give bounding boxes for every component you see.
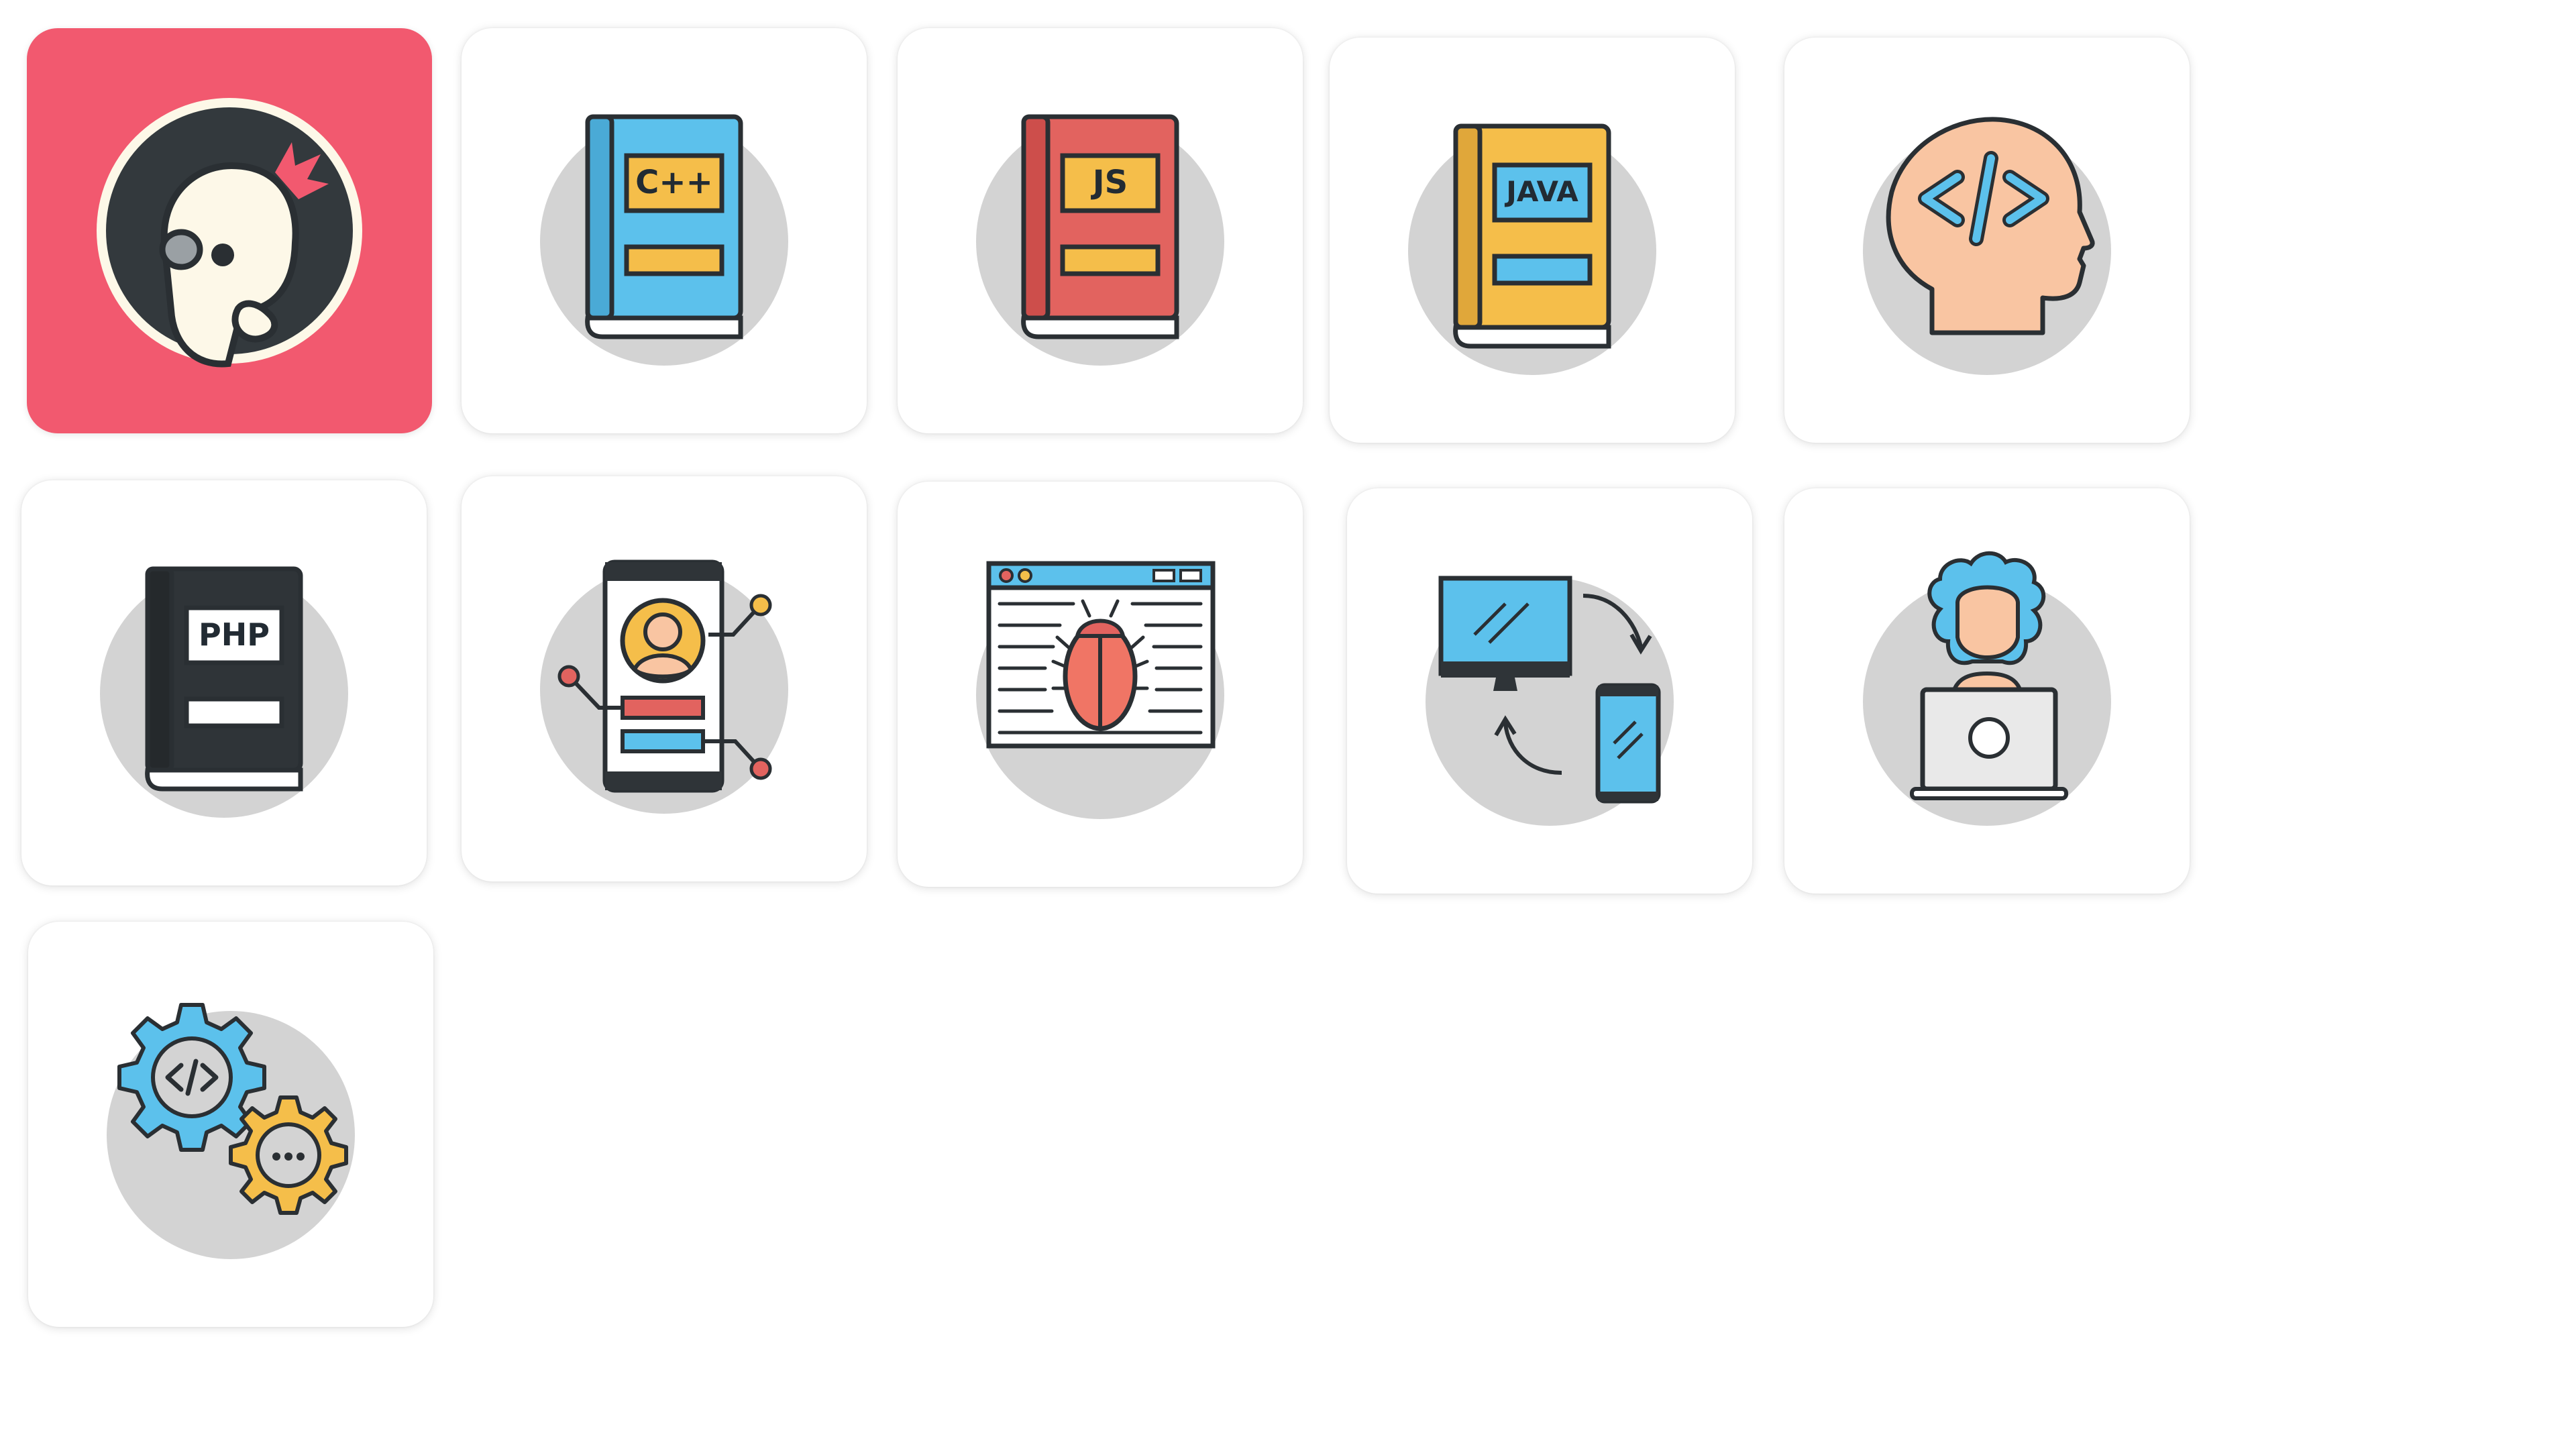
php-book-tile[interactable]: PHP (21, 480, 427, 885)
mobile-profile-icon (540, 559, 788, 814)
cpp-book-icon: C++ (540, 114, 788, 366)
java-book-icon: JAVA (1408, 123, 1656, 375)
developer-laptop-tile[interactable] (1784, 488, 2190, 894)
device-sync-tile[interactable] (1347, 488, 1752, 894)
coder-head-tile[interactable] (1784, 38, 2190, 443)
mobile-profile-tile[interactable] (462, 476, 867, 881)
parrot-logo-icon (97, 98, 362, 368)
cpp-book-label: C++ (635, 164, 713, 201)
js-book-label: JS (1091, 164, 1128, 201)
java-book-label: JAVA (1504, 175, 1578, 208)
gears-code-icon (107, 1003, 355, 1259)
php-book-label: PHP (199, 616, 270, 653)
cpp-book-tile[interactable]: C++ (462, 28, 867, 433)
php-book-icon: PHP (100, 566, 348, 818)
device-sync-icon (1426, 576, 1674, 826)
java-book-tile[interactable]: JAVA (1330, 38, 1735, 443)
app-logo-tile[interactable] (27, 28, 432, 433)
browser-bug-icon (976, 561, 1224, 819)
code-settings-tile[interactable] (28, 922, 433, 1327)
js-book-tile[interactable]: JS (898, 28, 1303, 433)
browser-bug-tile[interactable] (898, 482, 1303, 887)
head-code-icon (1863, 117, 2111, 375)
developer-laptop-icon (1863, 551, 2111, 826)
js-book-icon: JS (976, 114, 1224, 366)
